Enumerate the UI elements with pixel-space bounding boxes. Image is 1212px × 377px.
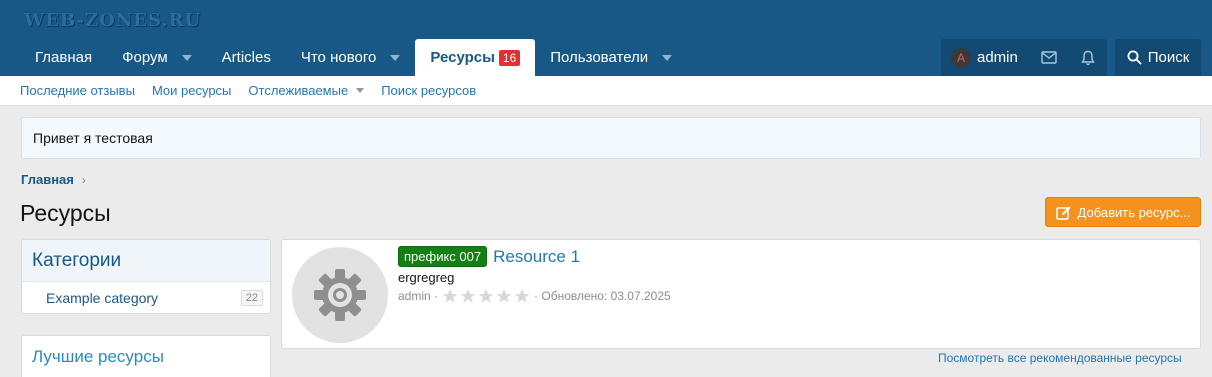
notice-text: Привет я тестовая	[33, 130, 153, 146]
add-resource-button[interactable]: Добавить ресурс...	[1045, 197, 1201, 227]
nav-tab-label: Пользователи	[550, 49, 649, 66]
category-label: Example category	[46, 290, 159, 306]
categories-heading: Категории	[22, 240, 270, 282]
view-all-featured-link[interactable]: Посмотреть все рекомендованные ресурсы	[938, 351, 1182, 365]
subnav-label: Поиск ресурсов	[381, 83, 477, 98]
resource-author[interactable]: admin	[398, 289, 431, 303]
resource-avatar[interactable]	[292, 247, 388, 343]
subnav-search-resources[interactable]: Поиск ресурсов	[381, 83, 476, 98]
resource-item: префикс 007 Resource 1 ergregreg admin ·…	[281, 239, 1201, 349]
subnav-watched[interactable]: Отслеживаемые	[248, 83, 365, 98]
envelope-icon	[1040, 51, 1057, 64]
breadcrumb: Главная ›	[21, 172, 86, 187]
chevron-down-icon[interactable]	[662, 54, 673, 61]
subnav-label: Мои ресурсы	[151, 83, 232, 98]
site-header: WEB-ZONES.RU Главная Форум Articles Что …	[0, 0, 1212, 76]
rating-stars	[442, 288, 530, 304]
chevron-down-icon[interactable]	[181, 54, 192, 61]
user-menu-group: A admin	[941, 39, 1107, 76]
nav-tab-whats-new[interactable]: Что нового	[286, 39, 415, 76]
nav-tab-label: Главная	[35, 49, 93, 66]
resources-count-badge: 16	[498, 49, 521, 66]
nav-tab-label: Форум	[122, 49, 168, 66]
avatar: A	[951, 47, 971, 68]
nav-tab-resources[interactable]: Ресурсы 16	[415, 39, 536, 76]
star-icon	[496, 289, 512, 303]
add-resource-label: Добавить ресурс...	[1077, 204, 1191, 220]
category-item[interactable]: Example category 22	[22, 282, 270, 314]
nav-tab-articles[interactable]: Articles	[207, 39, 286, 76]
nav-tab-forum[interactable]: Форум	[107, 39, 207, 76]
nav-tab-label: Ресурсы	[430, 49, 495, 66]
chevron-right-icon: ›	[81, 172, 86, 187]
resource-updated: · Обновлено: 03.07.2025	[534, 289, 671, 303]
subnav-my-resources[interactable]: Мои ресурсы	[152, 83, 231, 98]
nav-tab-members[interactable]: Пользователи	[535, 39, 687, 76]
meta-separator: ·	[430, 289, 439, 303]
resource-title-line: префикс 007 Resource 1	[398, 246, 580, 267]
notice-banner: Привет я тестовая	[21, 117, 1201, 159]
page-title: Ресурсы	[20, 200, 111, 226]
sub-nav: Последние отзывы Мои ресурсы Отслеживаем…	[0, 76, 1212, 106]
bell-icon	[1080, 50, 1095, 65]
chevron-down-icon[interactable]	[390, 54, 401, 61]
edit-icon	[1055, 205, 1071, 220]
search-label: Поиск	[1147, 49, 1190, 66]
breadcrumb-home[interactable]: Главная	[21, 172, 74, 187]
alerts-button[interactable]	[1068, 39, 1107, 76]
nav-tab-home[interactable]: Главная	[20, 39, 107, 76]
prefix-badge[interactable]: префикс 007	[398, 246, 488, 267]
main-nav: Главная Форум Articles Что нового Ресурс…	[20, 39, 687, 76]
username: admin	[977, 49, 1018, 66]
subnav-label: Последние отзывы	[20, 83, 135, 98]
star-icon	[478, 289, 494, 303]
best-resources-heading[interactable]: Лучшие ресурсы	[22, 336, 270, 377]
star-icon	[460, 289, 476, 303]
search-button[interactable]: Поиск	[1115, 39, 1201, 76]
best-resources-block: Лучшие ресурсы	[21, 335, 271, 377]
resource-title-link[interactable]: Resource 1	[493, 247, 580, 267]
star-icon	[442, 289, 458, 303]
star-icon	[514, 289, 530, 303]
category-count: 22	[240, 290, 263, 306]
account-link[interactable]: A admin	[941, 39, 1029, 76]
categories-block: Категории Example category 22	[21, 239, 271, 314]
nav-tab-label: Что нового	[300, 49, 377, 66]
search-icon	[1127, 50, 1142, 65]
subnav-latest-reviews[interactable]: Последние отзывы	[20, 83, 135, 98]
subnav-label: Отслеживаемые	[248, 83, 349, 98]
chevron-down-icon[interactable]	[356, 88, 365, 93]
resource-meta: admin · · Обновлено: 03.07.2025	[398, 288, 671, 304]
nav-tab-label: Articles	[221, 49, 271, 66]
gear-icon	[314, 269, 366, 321]
conversations-button[interactable]	[1029, 39, 1068, 76]
site-logo[interactable]: WEB-ZONES.RU	[24, 10, 201, 31]
resource-tagline: ergregreg	[398, 270, 455, 285]
